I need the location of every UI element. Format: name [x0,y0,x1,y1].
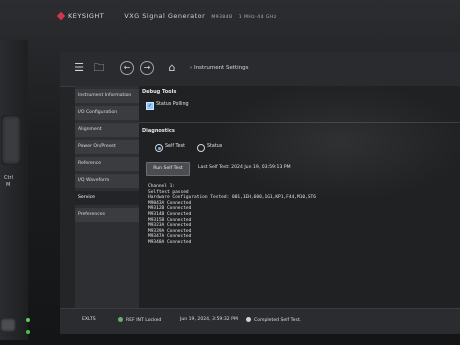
status-message-text: Completed Self Test. [254,318,302,323]
info-icon [246,317,251,322]
debug-tools-title: Debug Tools [142,89,177,95]
section-divider [139,122,460,123]
brand-name: KEYSIGHT [68,12,105,20]
brand-bar: KEYSIGHT VXG Signal Generator M9384B 1 MHz-… [56,11,277,21]
home-icon[interactable]: ⌂ [165,61,179,75]
status-radio[interactable] [197,144,205,152]
status-message[interactable]: Completed Self Test. [246,317,301,323]
reference-status[interactable]: REF INT Locked [118,317,161,323]
product-name: VXG Signal Generator [124,12,206,20]
ref-locked-icon [118,317,123,322]
channel-indicator: EXLTS [82,317,96,322]
status-datetime: Jun 19, 2024, 3:59:32 PM [180,317,238,322]
power-led-icon [26,318,30,322]
chevron-right-icon: › [190,65,193,71]
status-radio-label: Status [207,144,223,149]
breadcrumb: › Instrument Settings [190,65,249,71]
run-self-test-button[interactable]: Run Self Test [146,162,190,176]
power-button[interactable] [0,318,16,332]
status-bar: EXLTS REF INT Locked Jun 19, 2024, 3:59:… [60,308,460,334]
sidebar-item-io-configuration[interactable]: I/O Configuration [75,106,139,120]
sidebar-item-reference[interactable]: Reference [75,157,139,171]
display-screen: ☰ 🗀 ← → ⌂ › Instrument Settings Instrume… [60,52,460,334]
status-polling-checkbox[interactable]: ✓ [146,102,154,110]
m-label: M [6,182,11,188]
sidebar-item-instrument-information[interactable]: Instrument Information [75,89,139,103]
last-self-test-text: Last Self Test: 2024 Jun 19, 03:59:13 PM [198,165,291,170]
self-test-results: Channel 1: Selftest passed Hardware Conf… [148,184,448,246]
frequency-range: 1 MHz-44 GHz [238,15,277,20]
result-line: M9348A Connected [148,239,192,245]
sidebar-item-alignment[interactable]: Alignment [75,123,139,137]
sidebar-item-service[interactable]: Service [75,191,139,205]
standby-led-icon [26,330,30,334]
breadcrumb-title: Instrument Settings [193,65,249,71]
hamburger-menu-icon[interactable]: ☰ [72,61,86,75]
self-test-radio[interactable] [155,144,163,152]
model-number: M9384B [211,15,233,20]
back-arrow-icon[interactable]: ← [120,61,134,75]
top-toolbar: ☰ 🗀 ← → ⌂ › Instrument Settings [60,52,460,87]
forward-arrow-icon[interactable]: → [140,61,154,75]
instrument-bezel: KEYSIGHT VXG Signal Generator M9384B 1 MHz-… [0,0,460,345]
sidebar-item-iq-waveform[interactable]: I/Q Waveform [75,174,139,188]
settings-sidebar: Instrument Information I/O Configuration… [75,86,139,308]
status-polling-label: Status Polling [156,102,189,107]
diagnostics-title: Diagnostics [142,128,175,134]
service-panel: Debug Tools ✓ Status Polling Diagnostics… [139,86,460,308]
front-panel-left: Ctrl M [0,40,28,340]
ctrl-label: Ctrl [4,175,13,181]
sidebar-item-power-on-preset[interactable]: Power On/Preset [75,140,139,154]
folder-icon[interactable]: 🗀 [90,61,108,75]
rotary-knob[interactable] [1,115,21,165]
sidebar-item-preferences[interactable]: Preferences [75,208,139,222]
self-test-radio-label: Self Test [165,144,185,149]
reference-status-text: REF INT Locked [126,318,162,323]
keysight-logo-icon [56,11,66,21]
